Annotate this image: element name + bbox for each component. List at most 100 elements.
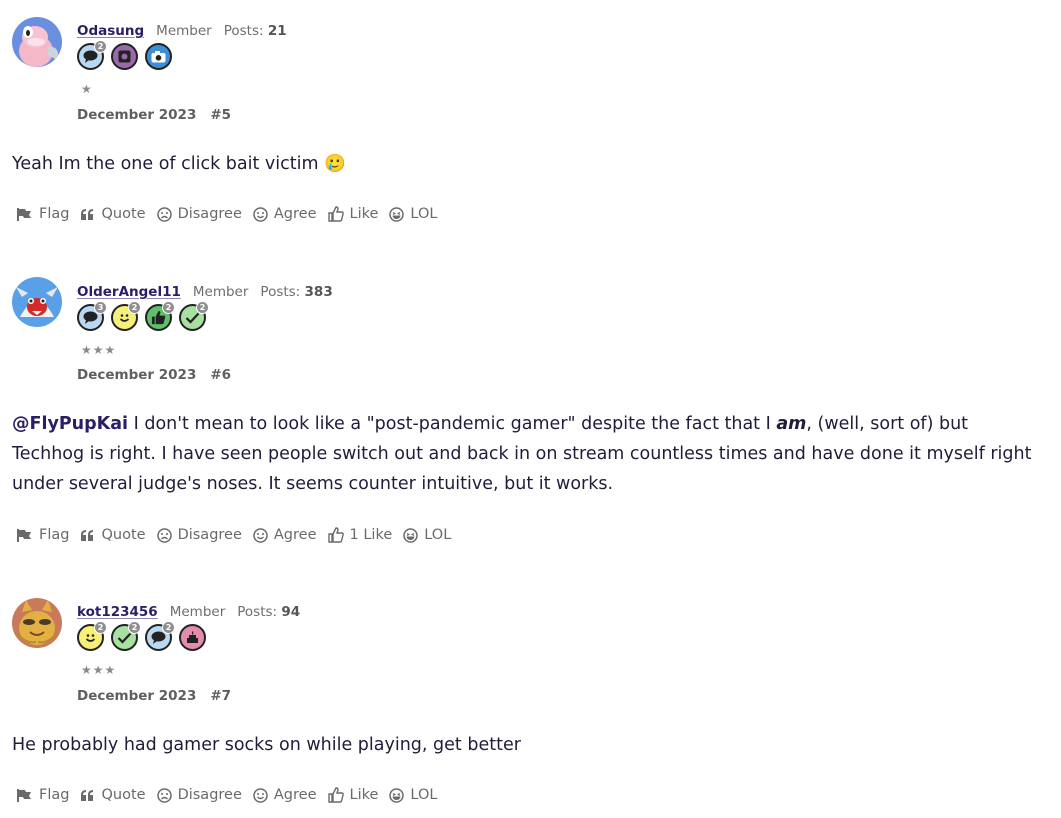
posts-count: 383 xyxy=(304,284,333,300)
flag-label: Flag xyxy=(39,527,70,543)
quote-icon xyxy=(81,529,94,541)
post-date[interactable]: December 2023 xyxy=(77,688,196,704)
agree-button[interactable]: Agree xyxy=(253,527,317,543)
user-avatar[interactable] xyxy=(12,277,62,327)
disagree-button[interactable]: Disagree xyxy=(156,787,242,803)
lol-label: LOL xyxy=(410,206,438,222)
like-button[interactable]: 1 Like xyxy=(327,527,393,543)
disagree-button[interactable]: Disagree xyxy=(156,206,242,222)
lol-label: LOL xyxy=(410,787,438,803)
agree-button[interactable]: Agree xyxy=(253,787,317,803)
like-label: Like xyxy=(349,787,379,803)
flag-icon xyxy=(17,528,31,542)
post-text: He probably had gamer socks on while pla… xyxy=(12,735,521,755)
quote-button[interactable]: Quote xyxy=(80,527,146,543)
lol-button[interactable]: LOL xyxy=(389,787,437,803)
post-actions: Flag Quote Disagree Agree Like LOL xyxy=(16,787,448,803)
quote-label: Quote xyxy=(101,527,146,543)
photo-badge-icon[interactable] xyxy=(111,43,138,70)
like-label: Like xyxy=(349,206,379,222)
post-actions: Flag Quote Disagree Agree 1 Like LOL xyxy=(16,527,462,543)
thumbs-up-icon xyxy=(327,527,344,543)
post-dateline: December 2023 #5 xyxy=(77,107,231,123)
post-body: Yeah Im the one of click bait victim 🥲 xyxy=(12,149,1042,179)
badge-level: 2 xyxy=(94,621,107,634)
post-date[interactable]: December 2023 xyxy=(77,367,196,383)
agree-label: Agree xyxy=(273,787,317,803)
thumbs-up-icon xyxy=(327,206,344,222)
flag-icon xyxy=(17,788,31,802)
username-link[interactable]: OlderAngel11 xyxy=(77,284,181,300)
agree-label: Agree xyxy=(273,206,317,222)
lol-button[interactable]: LOL xyxy=(403,527,451,543)
quote-icon xyxy=(81,208,94,220)
smile-icon xyxy=(253,527,268,543)
camera-badge-icon[interactable] xyxy=(145,43,172,70)
posts-label: Posts: xyxy=(237,604,278,620)
smile-badge-icon[interactable]: 2 xyxy=(111,301,141,331)
check-badge-icon[interactable]: 2 xyxy=(111,621,141,651)
post-body: @FlyPupKai I don't mean to look like a "… xyxy=(12,409,1042,499)
rank-stars: ★★★ xyxy=(81,343,117,357)
like-label: 1 Like xyxy=(349,527,393,543)
post-date[interactable]: December 2023 xyxy=(77,107,196,123)
comment-badge-icon[interactable]: 2 xyxy=(77,40,107,70)
badge-list: 2 2 2 xyxy=(77,621,206,651)
user-role: Member xyxy=(192,284,249,300)
flag-button[interactable]: Flag xyxy=(16,527,69,543)
comment-badge-icon[interactable]: 3 xyxy=(77,301,107,331)
smile-badge-icon[interactable]: 2 xyxy=(77,621,107,651)
agree-label: Agree xyxy=(273,527,317,543)
quote-button[interactable]: Quote xyxy=(80,206,146,222)
post-number[interactable]: #7 xyxy=(210,688,231,704)
user-avatar[interactable] xyxy=(12,17,62,67)
user-role: Member xyxy=(156,23,212,39)
post-text: Yeah Im the one of click bait victim xyxy=(12,154,319,174)
posts-count: 94 xyxy=(281,604,301,620)
laugh-icon xyxy=(389,206,405,222)
user-mention-link[interactable]: @FlyPupKai xyxy=(12,414,128,434)
lol-button[interactable]: LOL xyxy=(389,206,437,222)
like-button[interactable]: Like xyxy=(327,787,379,803)
agree-button[interactable]: Agree xyxy=(253,206,317,222)
post-number[interactable]: #5 xyxy=(210,107,231,123)
thumbs-up-badge-icon[interactable]: 2 xyxy=(145,301,175,331)
disagree-button[interactable]: Disagree xyxy=(156,527,242,543)
laugh-icon xyxy=(403,527,418,543)
flag-button[interactable]: Flag xyxy=(16,206,69,222)
flag-icon xyxy=(17,207,31,221)
rank-stars: ★★★ xyxy=(81,663,117,677)
posts-label: Posts: xyxy=(223,23,264,39)
badge-level: 2 xyxy=(162,621,175,634)
username-link[interactable]: Odasung xyxy=(77,23,144,39)
frown-icon xyxy=(156,206,172,222)
posts-count: 21 xyxy=(267,23,287,39)
posts-label: Posts: xyxy=(260,284,301,300)
like-button[interactable]: Like xyxy=(327,206,379,222)
check-badge-icon[interactable]: 2 xyxy=(179,301,209,331)
smile-tear-emoji: 🥲 xyxy=(324,154,346,174)
post-meta: Odasung Member Posts: 21 xyxy=(77,23,287,39)
flag-button[interactable]: Flag xyxy=(16,787,69,803)
user-role: Member xyxy=(169,604,226,620)
username-link[interactable]: kot123456 xyxy=(77,604,158,620)
post-number[interactable]: #6 xyxy=(210,367,231,383)
laugh-icon xyxy=(389,787,405,803)
post-dateline: December 2023 #6 xyxy=(77,367,231,383)
post-dateline: December 2023 #7 xyxy=(77,688,231,704)
badge-level: 3 xyxy=(94,301,107,314)
post-meta: kot123456 Member Posts: 94 xyxy=(77,604,300,620)
badge-level: 2 xyxy=(162,301,175,314)
thumbs-up-icon xyxy=(327,787,344,803)
post-meta: OlderAngel11 Member Posts: 383 xyxy=(77,284,333,300)
comment-badge-icon[interactable]: 2 xyxy=(145,621,175,651)
cake-badge-icon[interactable] xyxy=(179,624,206,651)
flag-label: Flag xyxy=(39,206,70,222)
post-actions: Flag Quote Disagree Agree Like LOL xyxy=(16,206,448,222)
post-body: He probably had gamer socks on while pla… xyxy=(12,730,1042,760)
quote-label: Quote xyxy=(101,206,146,222)
user-avatar[interactable] xyxy=(12,598,62,648)
quote-button[interactable]: Quote xyxy=(80,787,146,803)
disagree-label: Disagree xyxy=(177,787,242,803)
quote-label: Quote xyxy=(101,787,146,803)
